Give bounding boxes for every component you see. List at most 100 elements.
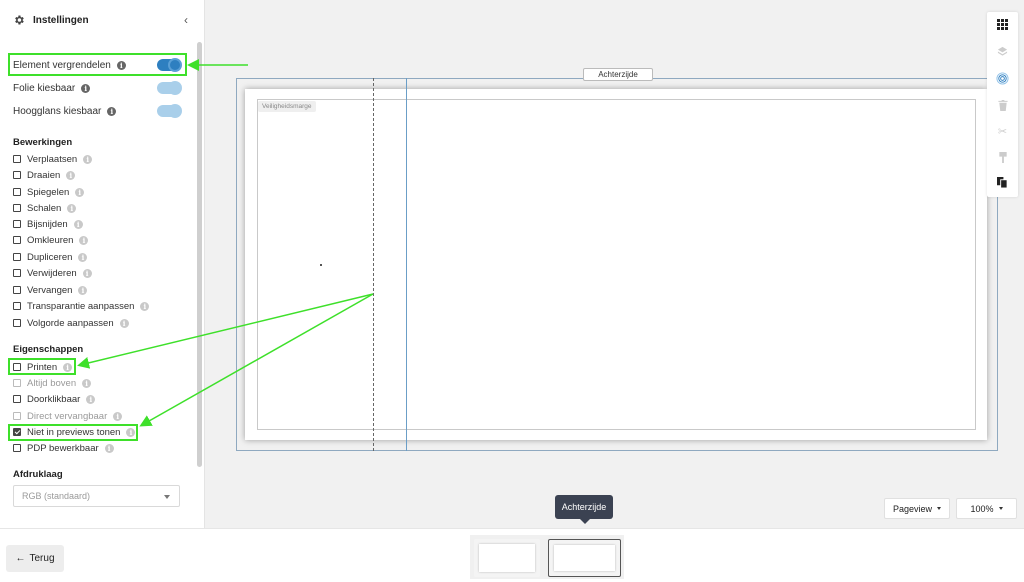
thumbnail-back[interactable] (548, 539, 621, 577)
checkbox-volgorde-aanpassen[interactable]: Volgorde aanpassen i (13, 316, 129, 330)
view-mode-dropdown[interactable]: Pageview (884, 498, 950, 519)
print-layer-select[interactable]: RGB (standaard) (13, 485, 180, 507)
checkbox (13, 379, 21, 387)
foil-switch[interactable] (157, 81, 182, 95)
grid-icon[interactable] (996, 18, 1009, 31)
info-icon[interactable]: i (140, 301, 150, 311)
back-button[interactable]: ← Terug (6, 545, 64, 572)
info-icon[interactable]: i (81, 83, 91, 93)
checkbox-label: Verplaatsen (27, 153, 78, 165)
checkbox-spiegelen[interactable]: Spiegelen i (13, 185, 85, 199)
highlight-box (8, 424, 138, 441)
info-icon[interactable]: i (78, 285, 88, 295)
settings-sidebar: Instellingen ‹ Element vergrendelen i Fo… (0, 0, 205, 528)
checkbox (13, 412, 21, 420)
checkbox[interactable] (13, 204, 21, 212)
checkbox[interactable] (13, 236, 21, 244)
checkbox-label: Dupliceren (27, 251, 73, 263)
checkbox-label: Altijd boven (27, 377, 77, 389)
info-icon[interactable]: i (113, 411, 123, 421)
caret-down-icon (937, 507, 942, 510)
info-icon[interactable]: i (79, 235, 89, 245)
checkbox[interactable] (13, 395, 21, 403)
checkbox-label: Draaien (27, 169, 61, 181)
info-icon[interactable]: i (104, 443, 114, 453)
checkbox-doorklikbaar[interactable]: Doorklikbaar i (13, 392, 96, 406)
toggle-label: Folie kiesbaar (13, 82, 76, 94)
info-icon[interactable]: i (75, 187, 85, 197)
checkbox-omkleuren[interactable]: Omkleuren i (13, 233, 89, 247)
select-value: RGB (standaard) (22, 491, 91, 501)
checkbox-label: Direct vervangbaar (27, 410, 108, 422)
checkbox-label: Verwijderen (27, 267, 77, 279)
checkbox-draaien[interactable]: Draaien i (13, 168, 76, 182)
checkbox-transparantie-aanpassen[interactable]: Transparantie aanpassen i (13, 299, 150, 313)
caret-down-icon (998, 507, 1003, 510)
zoom-label: 100% (970, 503, 994, 514)
checkbox-label: Schalen (27, 202, 62, 214)
checkbox-bijsnijden[interactable]: Bijsnijden i (13, 217, 83, 231)
checkbox-verplaatsen[interactable]: Verplaatsen i (13, 152, 93, 166)
checkbox-vervangen[interactable]: Vervangen i (13, 283, 88, 297)
zoom-dropdown[interactable]: 100% (956, 498, 1017, 519)
checkbox[interactable] (13, 188, 21, 196)
checkbox[interactable] (13, 253, 21, 261)
safety-margin-label: Veiligheidsmarge (258, 101, 316, 112)
info-icon[interactable]: i (66, 170, 76, 180)
gear-icon (13, 14, 25, 26)
checkbox-pdp-bewerkbaar[interactable]: PDP bewerkbaar i (13, 441, 114, 455)
checkbox-label: Transparantie aanpassen (27, 300, 135, 312)
checkbox[interactable] (13, 171, 21, 179)
toggle-folie-kiesbaar[interactable]: Folie kiesbaar i (13, 79, 183, 97)
info-icon[interactable]: i (82, 268, 92, 278)
toggle-label: Hoogglans kiesbaar (13, 105, 102, 117)
selected-element-guide[interactable] (406, 78, 407, 451)
safety-margin (257, 99, 976, 430)
gloss-switch[interactable] (157, 104, 182, 118)
caret-down-icon (164, 495, 170, 499)
info-icon[interactable]: i (67, 203, 77, 213)
checkbox[interactable] (13, 302, 21, 310)
checkbox-label: Doorklikbaar (27, 393, 81, 405)
info-icon[interactable]: i (82, 378, 92, 388)
copy-icon[interactable] (996, 176, 1009, 189)
checkbox-altijd-boven: Altijd boven i (13, 376, 92, 390)
checkbox[interactable] (13, 220, 21, 228)
sidebar-title: Instellingen (33, 14, 89, 26)
checkbox-dupliceren[interactable]: Dupliceren i (13, 250, 88, 264)
checkbox-label: Omkleuren (27, 234, 74, 246)
paint-icon (996, 151, 1009, 164)
view-mode-label: Pageview (892, 503, 933, 514)
fold-guide (373, 78, 374, 451)
highlight-box (8, 53, 187, 76)
checkbox[interactable] (13, 444, 21, 452)
checkbox-schalen[interactable]: Schalen i (13, 201, 77, 215)
toggle-hoogglans-kiesbaar[interactable]: Hoogglans kiesbaar i (13, 102, 183, 120)
page-side-tab[interactable]: Achterzijde (583, 68, 653, 81)
trash-icon (996, 99, 1009, 112)
chevron-left-icon[interactable]: ‹ (184, 13, 188, 27)
info-icon[interactable]: i (107, 106, 117, 116)
checkbox[interactable] (13, 286, 21, 294)
section-title-bewerkingen: Bewerkingen (13, 137, 73, 148)
arrow-left-icon: ← (15, 553, 26, 564)
sidebar-scrollbar[interactable] (197, 42, 202, 467)
info-icon[interactable]: i (83, 154, 93, 164)
fingerprint-icon[interactable] (996, 72, 1009, 85)
checkbox-label: Volgorde aanpassen (27, 317, 114, 329)
info-icon[interactable]: i (86, 394, 96, 404)
right-toolbar: ✂ (987, 12, 1018, 197)
checkbox[interactable] (13, 155, 21, 163)
checkbox[interactable] (13, 269, 21, 277)
thumbnail-front[interactable] (474, 539, 540, 577)
checkbox[interactable] (13, 319, 21, 327)
checkbox-verwijderen[interactable]: Verwijderen i (13, 266, 92, 280)
layers-icon (996, 45, 1009, 58)
info-icon[interactable]: i (78, 252, 88, 262)
cut-icon: ✂ (997, 126, 1008, 138)
section-title-afdruklaag: Afdruklaag (13, 469, 63, 480)
highlight-box (8, 358, 76, 375)
info-icon[interactable]: i (73, 219, 83, 229)
info-icon[interactable]: i (119, 318, 129, 328)
section-title-eigenschappen: Eigenschappen (13, 344, 84, 355)
